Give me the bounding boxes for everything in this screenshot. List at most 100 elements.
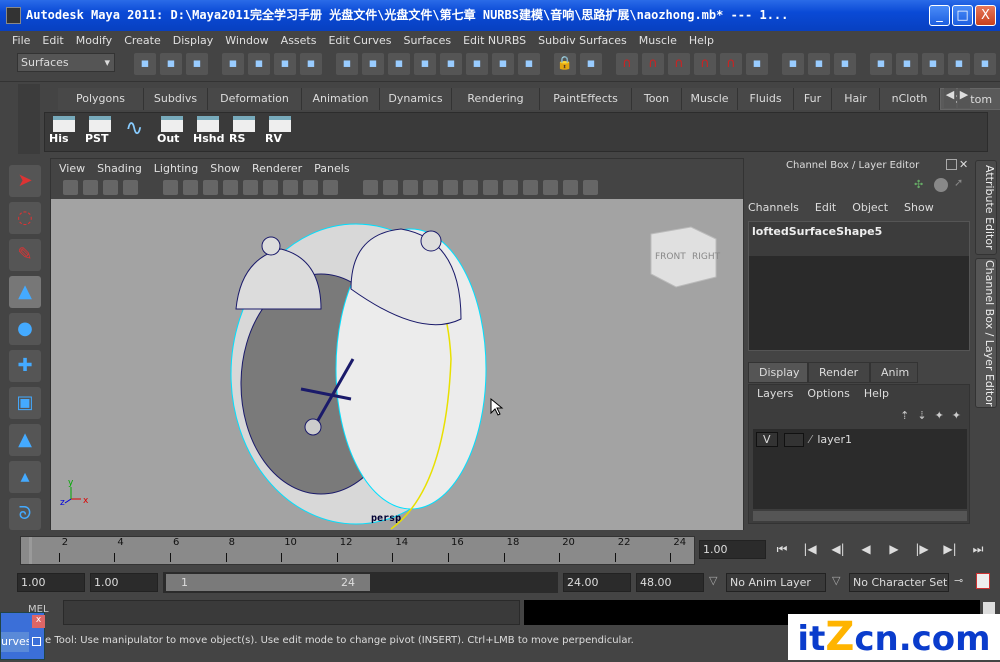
select-handle-icon[interactable]: ▪ xyxy=(336,53,358,75)
time-slider[interactable]: 2 4 6 8 10 12 14 16 18 20 22 24 xyxy=(20,536,695,565)
close-panel-icon[interactable]: ✕ xyxy=(959,158,968,171)
layer-menu-layers[interactable]: Layers xyxy=(757,387,793,400)
camera-select-icon[interactable] xyxy=(63,180,78,195)
move-layer-down-icon[interactable]: ⇣ xyxy=(917,409,926,422)
highlight-selection-icon[interactable]: ▪ xyxy=(580,53,602,75)
render-settings-icon[interactable]: ▪ xyxy=(922,53,944,75)
shelf-scroll-right-icon[interactable]: ▶ xyxy=(958,88,970,108)
move-tool-icon[interactable]: ▲ xyxy=(9,276,41,308)
hardware-texturing-icon[interactable] xyxy=(483,180,498,195)
soft-mod-tool-icon[interactable]: ▲ xyxy=(9,424,41,456)
output-ops-icon[interactable]: ▪ xyxy=(782,53,804,75)
safe-title-icon[interactable] xyxy=(323,180,338,195)
snap-view-plane-icon[interactable]: ∩ xyxy=(694,53,716,75)
ipr-render-icon[interactable]: ▪ xyxy=(896,53,918,75)
sphere-shade-icon[interactable] xyxy=(934,178,948,192)
new-layer-icon[interactable]: ✦ xyxy=(935,409,944,422)
layer-row[interactable]: V ⁄ layer1 xyxy=(753,429,967,450)
grid-icon[interactable] xyxy=(203,180,218,195)
snap-grid-icon[interactable]: ∩ xyxy=(616,53,638,75)
shelf-tab-subdivs[interactable]: Subdivs xyxy=(144,88,208,110)
range-slider[interactable]: 1 24 xyxy=(166,574,370,591)
step-back-frame-button[interactable]: ◀| xyxy=(828,542,848,560)
lasso-tool-icon[interactable]: ◌ xyxy=(9,202,41,234)
floating-close-icon[interactable]: x xyxy=(32,615,45,628)
snap-point-icon[interactable]: ∩ xyxy=(668,53,690,75)
go-to-start-button[interactable]: ⏮ xyxy=(772,542,792,560)
field-chart-icon[interactable] xyxy=(283,180,298,195)
shelf-tab-polygons[interactable]: Polygons xyxy=(58,88,144,110)
lock-icon[interactable]: 🔒 xyxy=(554,53,576,75)
shelf-tab-deformation[interactable]: Deformation xyxy=(208,88,302,110)
menu-muscle[interactable]: Muscle xyxy=(633,31,683,50)
minimize-button[interactable]: _ xyxy=(929,5,950,26)
menu-create[interactable]: Create xyxy=(118,31,167,50)
menu-subdiv-surfaces[interactable]: Subdiv Surfaces xyxy=(532,31,633,50)
shelf-tab-animation[interactable]: Animation xyxy=(302,88,380,110)
shelf-tab-hair[interactable]: Hair xyxy=(832,88,880,110)
shelf-tab-fur[interactable]: Fur xyxy=(794,88,832,110)
select-hierarchy-icon[interactable]: ▪ xyxy=(222,53,244,75)
xray-components-icon[interactable] xyxy=(583,180,598,195)
animation-preferences-icon[interactable] xyxy=(976,573,990,589)
menu-display[interactable]: Display xyxy=(167,31,220,50)
menu-modify[interactable]: Modify xyxy=(70,31,118,50)
maya-app-icon[interactable] xyxy=(6,7,21,24)
show-hide-attribute-editor-icon[interactable]: ▪ xyxy=(948,53,970,75)
render-current-icon[interactable]: ▪ xyxy=(870,53,892,75)
channel-menu-show[interactable]: Show xyxy=(904,201,934,214)
menu-window[interactable]: Window xyxy=(219,31,274,50)
play-backward-button[interactable]: ◀ xyxy=(856,542,876,560)
shadows-icon[interactable] xyxy=(463,180,478,195)
layer-menu-options[interactable]: Options xyxy=(807,387,849,400)
xray-joints-icon[interactable] xyxy=(563,180,578,195)
go-to-end-button[interactable]: ⏭ xyxy=(968,542,988,560)
shelf-tab-fluids[interactable]: Fluids xyxy=(738,88,794,110)
panel-menu-panels[interactable]: Panels xyxy=(308,159,355,178)
shelf-tab-painteffects[interactable]: PaintEffects xyxy=(540,88,632,110)
menu-edit[interactable]: Edit xyxy=(36,31,69,50)
wireframe-icon[interactable] xyxy=(363,180,378,195)
end-time-field[interactable]: 48.00 xyxy=(636,573,704,592)
menu-set-dropdown[interactable]: Surfaces ▾ xyxy=(17,53,115,72)
shelf-tab-toon[interactable]: Toon xyxy=(632,88,682,110)
floating-window[interactable]: x urves xyxy=(0,612,45,660)
select-surface-icon[interactable]: ▪ xyxy=(414,53,436,75)
panel-menu-lighting[interactable]: Lighting xyxy=(148,159,204,178)
select-dynamics-icon[interactable]: ▪ xyxy=(466,53,488,75)
last-tool-icon[interactable]: ▴ xyxy=(9,461,41,493)
make-live-icon[interactable]: ∩ xyxy=(720,53,742,75)
select-object-icon[interactable]: ▪ xyxy=(248,53,270,75)
shelf-button-out[interactable]: Out xyxy=(157,116,187,148)
channel-menu-channels[interactable]: Channels xyxy=(748,201,799,214)
layer-menu-help[interactable]: Help xyxy=(864,387,889,400)
step-back-key-button[interactable]: |◀ xyxy=(800,542,820,560)
shelf-tab-muscle[interactable]: Muscle xyxy=(682,88,738,110)
use-lights-icon[interactable] xyxy=(443,180,458,195)
shelf-button-rv[interactable]: RV xyxy=(265,116,295,148)
current-time-field[interactable]: 1.00 xyxy=(699,540,766,559)
select-joint-icon[interactable]: ▪ xyxy=(362,53,384,75)
menu-file[interactable]: File xyxy=(6,31,36,50)
floating-option-box[interactable] xyxy=(32,637,41,646)
step-forward-key-button[interactable]: ▶| xyxy=(940,542,960,560)
shelf-button-rs[interactable]: RS xyxy=(229,116,259,148)
layer-scrollbar[interactable] xyxy=(753,511,967,521)
layer-visibility-toggle[interactable]: V xyxy=(756,432,778,447)
select-deformation-icon[interactable]: ▪ xyxy=(440,53,462,75)
menu-edit-nurbs[interactable]: Edit NURBS xyxy=(457,31,532,50)
shelf-button-curve[interactable]: ∿ xyxy=(121,116,151,148)
panel-menu-shading[interactable]: Shading xyxy=(91,159,148,178)
arrow-icon[interactable]: ➚ xyxy=(954,176,963,189)
lock-selection-icon[interactable]: ▪ xyxy=(300,53,322,75)
channel-box-toggle-icon[interactable]: ▪ xyxy=(974,53,996,75)
shelf-button-hshd[interactable]: Hshd xyxy=(193,116,224,148)
select-tool-icon[interactable]: ➤ xyxy=(9,165,41,197)
shelf-tab-ncloth[interactable]: nCloth xyxy=(880,88,940,110)
character-set-dropdown-icon[interactable]: ▽ xyxy=(832,574,840,587)
float-panel-icon[interactable] xyxy=(946,159,957,170)
menu-help[interactable]: Help xyxy=(683,31,720,50)
playback-start-field[interactable]: 1.00 xyxy=(90,573,158,592)
start-time-field[interactable]: 1.00 xyxy=(17,573,85,592)
rotate-tool-icon[interactable]: ● xyxy=(9,313,41,345)
